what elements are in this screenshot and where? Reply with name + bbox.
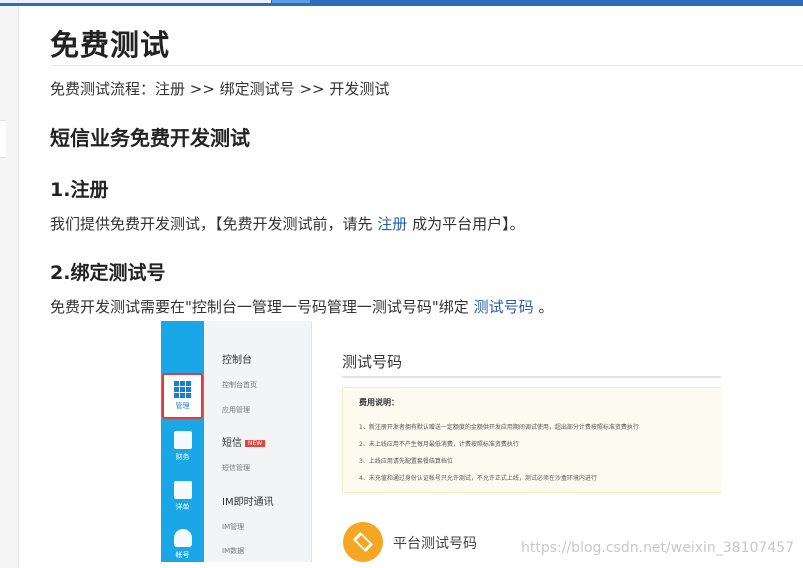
rail-label: 管理 xyxy=(175,402,190,410)
menu-im: IM即时通讯 xyxy=(222,497,274,508)
top-bar-tab[interactable] xyxy=(0,0,271,3)
menu-console: 控制台 xyxy=(222,355,252,366)
step2-paragraph: 免费开发测试需要在"控制台一管理一号码管理一测试号码"绑定 测试号码 。 xyxy=(50,296,553,317)
fee-notice-line: 4、未充值和通过身份认证帐号只允许测试，不允许正式上线，测试必须在沙盒环境内进行 xyxy=(359,475,597,482)
user-icon xyxy=(173,529,192,547)
step1-text-after: 成为平台用户】。 xyxy=(412,215,525,233)
fee-notice-line: 2、未上线应用不产生每月最低消费，计费按照标准资费执行 xyxy=(359,441,519,448)
top-bar-tab-active[interactable] xyxy=(272,0,310,3)
rail-label: 财务 xyxy=(175,453,190,461)
flow-text: 免费测试流程：注册 >> 绑定测试号 >> 开发测试 xyxy=(50,80,390,98)
rail-item-finance: 财务 xyxy=(161,425,204,471)
test-number-link[interactable]: 测试号码 xyxy=(474,298,534,316)
rail-label: 帐号 xyxy=(175,551,190,559)
embedded-screenshot: 管理 财务 详单 帐号 控制台 控制台首页 应用管理 短信 NEW 短信管理 IM… xyxy=(161,321,721,562)
layers-icon xyxy=(343,522,383,562)
step1-text-before: 我们提供免费开发测试，【免费开发测试前，请先 xyxy=(50,215,373,233)
menu-sms-label: 短信 xyxy=(222,438,242,449)
step2-text-after: 。 xyxy=(538,298,554,316)
rail-item-account: 帐号 xyxy=(161,523,204,562)
menu-console-home: 控制台首页 xyxy=(222,381,257,389)
menu-sms: 短信 NEW xyxy=(222,434,266,449)
embedded-main-title: 测试号码 xyxy=(342,353,403,371)
title-divider xyxy=(50,65,803,66)
fee-notice-line: 3、上线应用请先配置套餐结算档位 xyxy=(359,458,453,465)
embedded-menu: 控制台 控制台首页 应用管理 短信 NEW 短信管理 IM即时通讯 IM管理 IM… xyxy=(204,321,312,562)
embedded-main: 测试号码 费用说明： 1、新注册开发者拥有默认赠送一定额度的金额供开发应用期间调… xyxy=(313,321,721,562)
embedded-icon-rail: 管理 财务 详单 帐号 xyxy=(161,321,204,562)
rail-item-details: 详单 xyxy=(161,475,204,521)
step2-text-before: 免费开发测试需要在"控制台一管理一号码管理一测试号码"绑定 xyxy=(50,298,469,316)
left-sidebar xyxy=(0,6,19,568)
platform-numbers-label: 平台测试号码 xyxy=(393,536,477,552)
grid-icon xyxy=(174,381,191,398)
fee-notice-line: 1、新注册开发者拥有默认赠送一定额度的金额供开发应用期间调试使用，超出部分计费按… xyxy=(359,424,639,431)
register-link[interactable]: 注册 xyxy=(377,215,407,233)
embedded-title-divider xyxy=(342,376,721,378)
menu-im-data: IM数据 xyxy=(222,547,245,555)
step1-heading: 1.注册 xyxy=(50,179,109,201)
finance-icon xyxy=(173,431,192,449)
calendar-icon xyxy=(173,481,192,499)
page-title: 免费测试 xyxy=(50,28,171,62)
rail-label: 详单 xyxy=(175,503,190,511)
menu-sms-manage: 短信管理 xyxy=(222,464,250,472)
fee-notice-title: 费用说明： xyxy=(359,398,399,407)
step2-heading: 2.绑定测试号 xyxy=(50,262,166,284)
watermark: https://blog.csdn.net/weixin_38107457 xyxy=(521,540,795,556)
new-badge: NEW xyxy=(245,440,266,447)
sidebar-toggle[interactable] xyxy=(0,120,6,158)
menu-app-manage: 应用管理 xyxy=(222,406,250,414)
section-title: 短信业务免费开发测试 xyxy=(50,126,250,150)
rail-item-manage: 管理 xyxy=(162,373,203,419)
step1-paragraph: 我们提供免费开发测试，【免费开发测试前，请先 注册 成为平台用户】。 xyxy=(50,213,525,234)
menu-im-manage: IM管理 xyxy=(222,523,245,531)
fee-notice: 费用说明： 1、新注册开发者拥有默认赠送一定额度的金额供开发应用期间调试使用，超… xyxy=(342,387,721,493)
